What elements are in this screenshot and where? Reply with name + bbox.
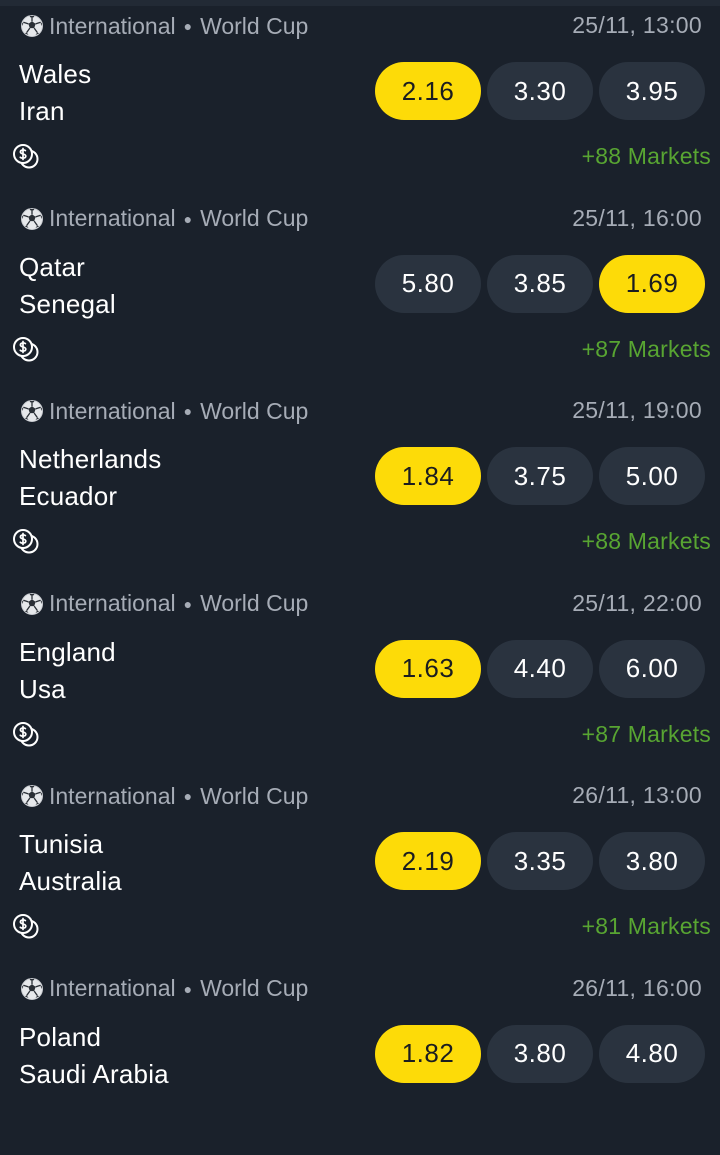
soccer-ball-icon <box>20 399 44 423</box>
odds-draw-button[interactable]: 4.40 <box>487 640 593 698</box>
odds-draw-button[interactable]: 3.85 <box>487 255 593 313</box>
away-team: Senegal <box>19 286 116 323</box>
cashout-coin-icon <box>11 528 41 556</box>
odds-away-button[interactable]: 3.95 <box>599 62 705 120</box>
event-teams: Qatar Senegal <box>19 249 116 323</box>
odds-home-button[interactable]: 5.80 <box>375 255 481 313</box>
soccer-ball-icon <box>20 592 44 616</box>
home-team: Poland <box>19 1019 169 1056</box>
event-teams: Tunisia Australia <box>19 826 122 900</box>
event-datetime: 26/11, 13:00 <box>572 781 702 809</box>
event-meta: International ● World Cup <box>20 975 308 1003</box>
event-meta: International ● World Cup <box>20 205 308 233</box>
away-team: Australia <box>19 863 122 900</box>
away-team: Saudi Arabia <box>19 1056 169 1093</box>
event-category: International <box>49 783 176 810</box>
odds-group: 1.82 3.80 4.80 <box>375 1025 705 1083</box>
odds-home-button[interactable]: 2.19 <box>375 832 481 890</box>
odds-draw-button[interactable]: 3.35 <box>487 832 593 890</box>
more-markets-link[interactable]: +88 Markets <box>582 527 711 555</box>
separator-dot: ● <box>184 18 192 34</box>
event-datetime: 25/11, 13:00 <box>572 11 702 39</box>
event-league: World Cup <box>200 590 308 617</box>
separator-dot: ● <box>184 981 192 997</box>
more-markets-link[interactable]: +81 Markets <box>582 912 711 940</box>
event-card[interactable]: International ● World Cup 25/11, 16:00 Q… <box>0 193 720 386</box>
more-markets-link[interactable]: +87 Markets <box>582 335 711 363</box>
away-team: Ecuador <box>19 478 161 515</box>
odds-draw-button[interactable]: 3.30 <box>487 62 593 120</box>
event-meta: International ● World Cup <box>20 397 308 425</box>
odds-away-button[interactable]: 1.69 <box>599 255 705 313</box>
home-team: England <box>19 634 116 671</box>
event-datetime: 25/11, 22:00 <box>572 589 702 617</box>
event-category: International <box>49 205 176 232</box>
home-team: Qatar <box>19 249 116 286</box>
odds-home-button[interactable]: 1.82 <box>375 1025 481 1083</box>
event-meta: International ● World Cup <box>20 12 308 40</box>
event-meta: International ● World Cup <box>20 782 308 810</box>
event-league: World Cup <box>200 13 308 40</box>
event-league: World Cup <box>200 398 308 425</box>
event-meta: International ● World Cup <box>20 590 308 618</box>
event-teams: England Usa <box>19 634 116 708</box>
home-team: Netherlands <box>19 441 161 478</box>
odds-home-button[interactable]: 2.16 <box>375 62 481 120</box>
odds-group: 2.19 3.35 3.80 <box>375 832 705 890</box>
event-card[interactable]: International ● World Cup 25/11, 13:00 W… <box>0 0 720 193</box>
odds-group: 1.63 4.40 6.00 <box>375 640 705 698</box>
odds-group: 2.16 3.30 3.95 <box>375 62 705 120</box>
event-category: International <box>49 975 176 1002</box>
away-team: Iran <box>19 93 91 130</box>
odds-home-button[interactable]: 1.84 <box>375 447 481 505</box>
event-card[interactable]: International ● World Cup 26/11, 13:00 T… <box>0 770 720 963</box>
odds-away-button[interactable]: 3.80 <box>599 832 705 890</box>
soccer-ball-icon <box>20 14 44 38</box>
cashout-coin-icon <box>11 336 41 364</box>
event-card[interactable]: International ● World Cup 26/11, 16:00 P… <box>0 963 720 1155</box>
odds-draw-button[interactable]: 3.80 <box>487 1025 593 1083</box>
odds-group: 5.80 3.85 1.69 <box>375 255 705 313</box>
event-list: International ● World Cup 25/11, 13:00 W… <box>0 0 720 1155</box>
event-teams: Poland Saudi Arabia <box>19 1019 169 1093</box>
separator-dot: ● <box>184 403 192 419</box>
event-teams: Netherlands Ecuador <box>19 441 161 515</box>
away-team: Usa <box>19 671 116 708</box>
event-league: World Cup <box>200 975 308 1002</box>
cashout-coin-icon <box>11 143 41 171</box>
event-datetime: 25/11, 19:00 <box>572 396 702 424</box>
odds-away-button[interactable]: 5.00 <box>599 447 705 505</box>
event-league: World Cup <box>200 783 308 810</box>
more-markets-link[interactable]: +88 Markets <box>582 142 711 170</box>
odds-home-button[interactable]: 1.63 <box>375 640 481 698</box>
soccer-ball-icon <box>20 784 44 808</box>
separator-dot: ● <box>184 788 192 804</box>
home-team: Wales <box>19 56 91 93</box>
odds-away-button[interactable]: 6.00 <box>599 640 705 698</box>
soccer-ball-icon <box>20 207 44 231</box>
event-category: International <box>49 398 176 425</box>
event-category: International <box>49 13 176 40</box>
event-card[interactable]: International ● World Cup 25/11, 22:00 E… <box>0 578 720 771</box>
event-league: World Cup <box>200 205 308 232</box>
event-category: International <box>49 590 176 617</box>
odds-away-button[interactable]: 4.80 <box>599 1025 705 1083</box>
home-team: Tunisia <box>19 826 122 863</box>
separator-dot: ● <box>184 211 192 227</box>
event-datetime: 26/11, 16:00 <box>572 974 702 1002</box>
cashout-coin-icon <box>11 913 41 941</box>
odds-group: 1.84 3.75 5.00 <box>375 447 705 505</box>
soccer-ball-icon <box>20 977 44 1001</box>
more-markets-link[interactable]: +87 Markets <box>582 720 711 748</box>
event-card[interactable]: International ● World Cup 25/11, 19:00 N… <box>0 385 720 578</box>
event-datetime: 25/11, 16:00 <box>572 204 702 232</box>
odds-draw-button[interactable]: 3.75 <box>487 447 593 505</box>
event-teams: Wales Iran <box>19 56 91 130</box>
cashout-coin-icon <box>11 721 41 749</box>
separator-dot: ● <box>184 596 192 612</box>
